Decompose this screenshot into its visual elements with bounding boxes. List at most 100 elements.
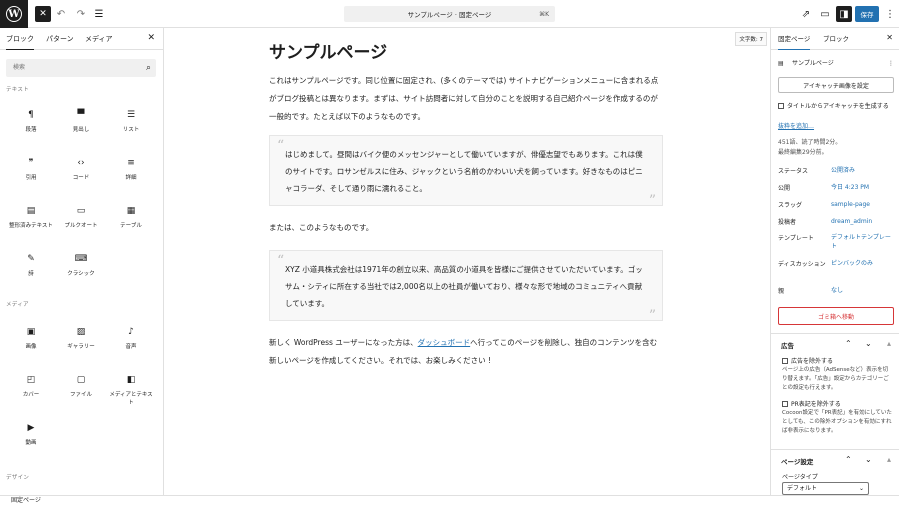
close-inserter-button[interactable]: ✕ — [35, 6, 51, 22]
block-list[interactable]: ☰ リスト — [107, 108, 155, 134]
block-label: コード — [72, 175, 90, 181]
sidebar-icon: ◨ — [839, 8, 849, 20]
exclude-pr-checkbox[interactable]: PR表記を除外する — [782, 400, 841, 409]
settings-button[interactable]: ◨ — [836, 6, 852, 22]
field-label: ディスカッション — [778, 261, 826, 268]
undo-button[interactable]: ↶ — [53, 6, 69, 22]
search-placeholder: 検索 — [13, 64, 26, 71]
save-button[interactable]: 保存 — [855, 6, 879, 22]
field-label: 投稿者 — [778, 219, 797, 226]
block-pullquote[interactable]: ▭ プルクオート — [57, 204, 105, 230]
media-text-icon: ◧ — [126, 375, 136, 385]
external-link-icon: ⇗ — [801, 8, 811, 20]
collapse-icon[interactable]: ▴ — [887, 455, 891, 464]
table-icon: ▦ — [126, 206, 136, 216]
undo-icon: ↶ — [56, 8, 66, 20]
command-palette-button[interactable]: サンプルページ · 固定ページ ⌘K — [344, 6, 555, 22]
add-excerpt-link[interactable]: 抜粋を追加… — [778, 122, 814, 131]
chevron-down-icon[interactable]: ⌄ — [865, 455, 872, 464]
tab-page[interactable]: 固定ページ — [778, 28, 811, 50]
block-cover[interactable]: ◰ カバー — [7, 373, 55, 399]
tab-block[interactable]: ブロック — [823, 28, 849, 50]
wordpress-logo-button[interactable]: W — [0, 0, 28, 28]
page-actions-icon[interactable]: ⋮ — [888, 59, 894, 68]
preview-button[interactable]: ▭ — [817, 6, 833, 22]
tab-blocks[interactable]: ブロック — [6, 28, 34, 50]
chevron-down-icon[interactable]: ⌄ — [865, 339, 872, 348]
block-paragraph[interactable]: ¶ 段落 — [7, 108, 55, 134]
page-title[interactable]: サンプルページ — [269, 38, 387, 63]
block-label: リスト — [122, 127, 140, 133]
quote-block[interactable]: “ はじめまして。昼間はバイク便のメッセンジャーとして働いていますが、俳優志望で… — [269, 135, 663, 209]
last-edited: 最終編集29分前。 — [778, 149, 828, 156]
block-heading[interactable]: ▀ 見出し — [57, 108, 105, 134]
field-label: スラッグ — [778, 202, 803, 209]
ads-panel-header[interactable]: 広告 ⌃ ⌄ ▴ — [771, 333, 899, 355]
block-file[interactable]: ▢ ファイル — [57, 373, 105, 399]
close-inserter-icon[interactable]: ✕ — [147, 33, 155, 43]
block-audio[interactable]: ♪ 音声 — [107, 325, 155, 351]
field-label: 親 — [778, 288, 785, 295]
editor-topbar: W ✕ ↶ ↷ ☰ サンプルページ · 固定ページ ⌘K ⇗ ▭ ◨ 保存 ⋮ — [0, 0, 899, 28]
paragraph-block[interactable]: または、このようなものです。 — [269, 219, 664, 237]
block-label: テーブル — [120, 223, 142, 229]
block-search-input[interactable]: 検索 ⌕ — [6, 59, 156, 77]
field-value-link[interactable]: sample-page — [831, 200, 895, 209]
word-stats: 451語、読了時間2分。 — [778, 139, 842, 146]
quote-text: はじめまして。昼間はバイク便のメッセンジャーとして働いていますが、俳優志望でもあ… — [285, 150, 643, 193]
exclude-pr-label: PR表記を除外する — [791, 401, 841, 408]
paragraph-block[interactable]: 新しく WordPress ユーザーになった方は、ダッシュボードへ行ってこのペー… — [269, 334, 664, 370]
exclude-ads-checkbox[interactable]: 広告を除外する — [782, 357, 833, 366]
block-verse[interactable]: ✎ 詩 — [7, 252, 55, 278]
block-code[interactable]: ‹› コード — [57, 156, 105, 182]
chevron-up-icon[interactable]: ⌃ — [845, 455, 852, 464]
quote-block[interactable]: “ XYZ 小道具株式会社は1971年の創立以来、高品質の小道具を皆様にご提供さ… — [269, 250, 663, 324]
block-classic[interactable]: ⌨ クラシック — [57, 252, 105, 278]
page-type-select[interactable]: デフォルト ⌄ — [782, 482, 869, 495]
dashboard-link[interactable]: ダッシュボード — [418, 338, 471, 347]
block-media-text[interactable]: ◧ メディアとテキスト — [107, 373, 155, 407]
field-value-link[interactable]: ピンバックのみ — [831, 259, 895, 268]
audio-icon: ♪ — [128, 327, 134, 337]
options-button[interactable]: ⋮ — [882, 6, 898, 22]
field-label: テンプレート — [778, 235, 814, 242]
document-title: サンプルページ · 固定ページ — [407, 11, 492, 19]
field-value-link[interactable]: デフォルトテンプレート — [831, 233, 895, 251]
page-settings-header[interactable]: ページ設定 ⌃ ⌄ ▴ — [771, 449, 899, 471]
block-video[interactable]: ▶ 動画 — [7, 421, 55, 447]
classic-icon: ⌨ — [74, 254, 88, 264]
block-table[interactable]: ▦ テーブル — [107, 204, 155, 230]
status-bar-breadcrumb[interactable]: 固定ページ — [0, 495, 899, 506]
block-label: クラシック — [67, 271, 95, 277]
block-quote[interactable]: ❞ 引用 — [7, 156, 55, 182]
document-overview-button[interactable]: ☰ — [91, 6, 107, 22]
featured-title-checkbox[interactable]: タイトルからアイキャッチを生成する — [778, 102, 889, 111]
block-label: 動画 — [25, 440, 37, 446]
checkbox-icon — [782, 358, 788, 364]
tab-patterns[interactable]: パターン — [46, 28, 74, 50]
block-label: 詳細 — [125, 175, 137, 181]
collapse-icon[interactable]: ▴ — [887, 339, 891, 348]
category-design: デザイン — [6, 475, 30, 481]
category-media: メディア — [6, 302, 29, 308]
set-featured-image-button[interactable]: アイキャッチ画像を設定 — [778, 77, 894, 93]
field-value-link[interactable]: 今日 4:23 PM — [831, 183, 895, 192]
pullquote-icon: ▭ — [76, 206, 86, 216]
block-preformatted[interactable]: ▤ 整形済みテキスト — [7, 204, 55, 230]
view-page-button[interactable]: ⇗ — [798, 6, 814, 22]
field-value-link[interactable]: 公開済み — [831, 166, 895, 175]
paragraph-text: 新しく WordPress ユーザーになった方は、 — [269, 338, 418, 347]
settings-sidebar: 固定ページ ブロック ✕ ▤ サンプルページ ⋮ アイキャッチ画像を設定 タイト… — [770, 28, 899, 495]
editor-canvas: 文字数: 7 サンプルページ これはサンプルページです。同じ位置に固定され、(多… — [164, 28, 770, 495]
field-value-link[interactable]: dream_admin — [831, 217, 895, 226]
block-gallery[interactable]: ▨ ギャラリー — [57, 325, 105, 351]
block-details[interactable]: ≡ 詳細 — [107, 156, 155, 182]
block-image[interactable]: ▣ 画像 — [7, 325, 55, 351]
tab-media[interactable]: メディア — [85, 28, 113, 50]
chevron-up-icon[interactable]: ⌃ — [845, 339, 852, 348]
redo-button[interactable]: ↷ — [73, 6, 89, 22]
close-settings-icon[interactable]: ✕ — [886, 33, 893, 42]
paragraph-block[interactable]: これはサンプルページです。同じ位置に固定され、(多くのテーマでは) サイトナビゲ… — [269, 72, 664, 126]
field-value-link[interactable]: なし — [831, 286, 895, 295]
move-to-trash-button[interactable]: ゴミ箱へ移動 — [778, 307, 894, 325]
